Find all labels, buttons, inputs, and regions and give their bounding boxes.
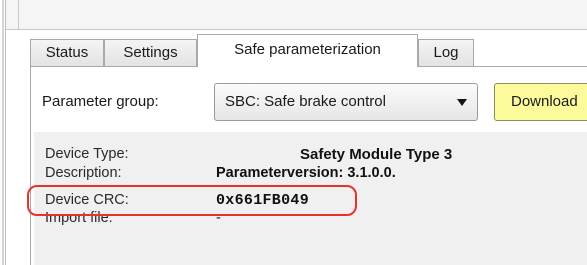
parameter-group-label: Parameter group: bbox=[42, 93, 159, 110]
import-file-value: - bbox=[216, 210, 221, 226]
device-crc-value: 0x661FB049 bbox=[216, 192, 310, 209]
panel-divider bbox=[18, 0, 19, 29]
description-value: Parameterversion: 3.1.0.0. bbox=[216, 165, 396, 181]
import-file-label: Import file: bbox=[45, 210, 113, 226]
tab-safe-parameterization[interactable]: Safe parameterization bbox=[197, 34, 418, 67]
tab-strip: Status Settings Safe parameterization Lo… bbox=[30, 34, 587, 67]
device-type-label: Device Type: bbox=[45, 146, 129, 162]
parameter-group-value: SBC: Safe brake control bbox=[225, 93, 386, 110]
device-crc-label: Device CRC: bbox=[45, 192, 129, 208]
description-label: Description: bbox=[45, 165, 122, 181]
app-window: Status Settings Safe parameterization Lo… bbox=[0, 0, 587, 265]
parameter-group-select[interactable]: SBC: Safe brake control bbox=[214, 83, 478, 121]
download-button[interactable]: Download bbox=[494, 83, 587, 121]
dropdown-arrow-icon bbox=[457, 99, 467, 106]
tab-log[interactable]: Log bbox=[418, 39, 474, 66]
download-button-label: Download bbox=[511, 93, 578, 110]
window-edge bbox=[2, 0, 4, 265]
tab-settings[interactable]: Settings bbox=[104, 39, 197, 66]
splitter[interactable] bbox=[5, 0, 6, 265]
device-type-value: Safety Module Type 3 bbox=[300, 146, 453, 163]
top-panel bbox=[6, 0, 587, 30]
tab-status[interactable]: Status bbox=[30, 39, 104, 66]
